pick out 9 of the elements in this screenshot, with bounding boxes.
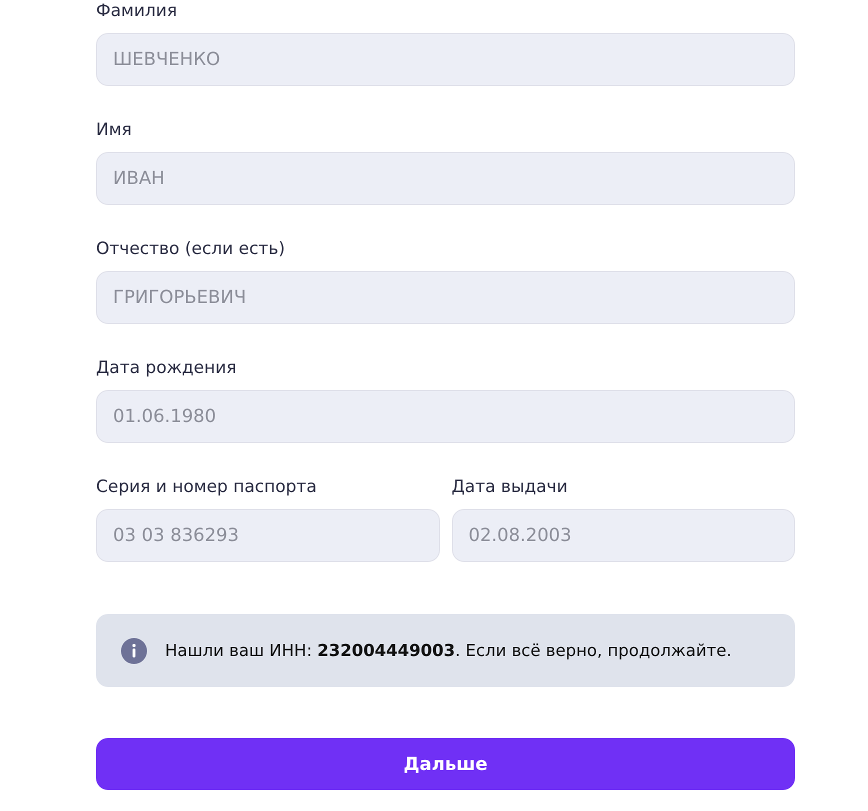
field-label: Отчество (если есть) bbox=[96, 238, 285, 260]
field-label: Имя bbox=[96, 119, 132, 141]
field-label: Дата рождения bbox=[96, 357, 237, 379]
info-icon bbox=[121, 638, 147, 664]
info-text: Нашли ваш ИНН: 232004449003. Если всё верно, продолжайте. bbox=[165, 641, 732, 660]
field-label: Дата выдачи bbox=[452, 476, 568, 498]
next-button[interactable]: Дальше bbox=[96, 738, 795, 790]
field-label: Фамилия bbox=[96, 0, 178, 22]
field-label: Серия и номер паспорта bbox=[96, 476, 317, 498]
